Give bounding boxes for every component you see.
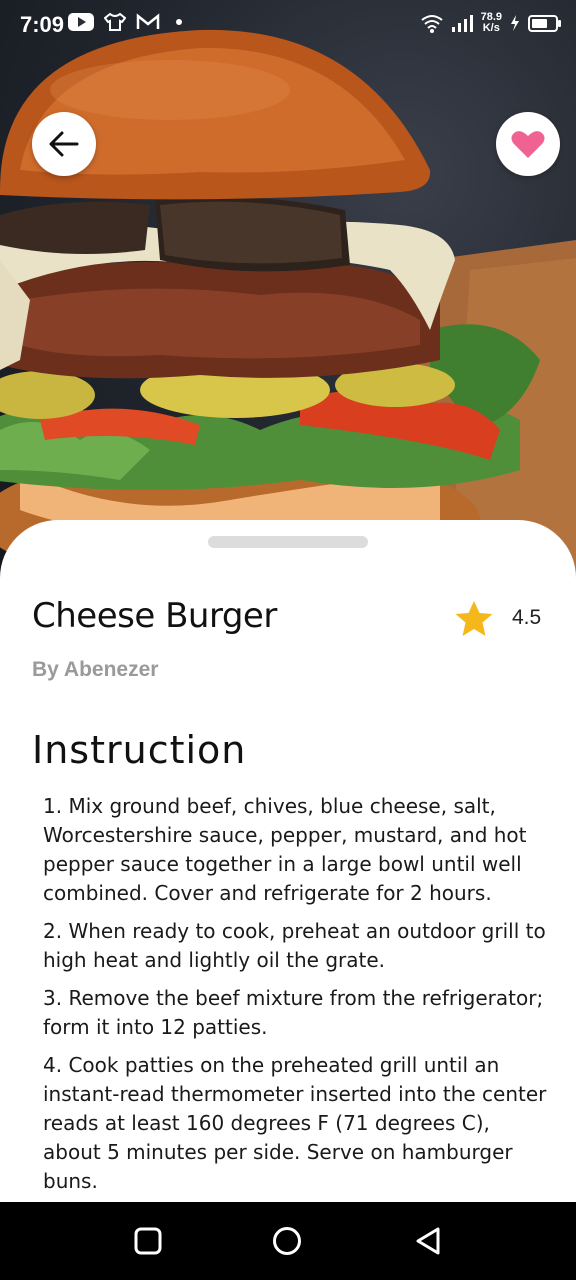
recipe-detail-screen: 7:09 78.9 K/s Cheese Burger 4.5 By Abene… [0, 0, 576, 1202]
back-button[interactable] [32, 112, 96, 176]
gmail-icon [136, 13, 160, 29]
burger-illustration [0, 29, 576, 580]
instruction-heading: Instruction [32, 728, 247, 772]
recipe-title: Cheese Burger [32, 596, 277, 636]
instruction-step: 2. When ready to cook, preheat an outdoo… [43, 919, 546, 972]
back-triangle-icon[interactable] [414, 1226, 444, 1256]
status-time: 7:09 [20, 12, 65, 37]
sheet-drag-handle[interactable] [208, 536, 368, 548]
status-bar: 7:09 78.9 K/s [0, 0, 576, 50]
network-speed-unit: K/s [482, 22, 500, 34]
instruction-steps: 1. Mix ground beef, chives, blue cheese,… [43, 792, 553, 1202]
heart-icon [511, 131, 545, 158]
system-status-icons: 78.9 K/s [420, 12, 561, 34]
dot-icon [176, 19, 182, 25]
favorite-button[interactable] [496, 112, 560, 176]
notification-icons [68, 12, 182, 32]
star-icon [455, 601, 493, 636]
instruction-step: 4. Cook patties on the preheated grill u… [43, 1053, 547, 1193]
instruction-step: 3. Remove the beef mixture from the refr… [43, 986, 544, 1039]
recipe-rating: 4.5 [512, 606, 542, 629]
network-speed: 78.9 K/s [481, 12, 502, 34]
recipe-details-sheet[interactable]: Cheese Burger 4.5 By Abenezer Instructio… [0, 520, 576, 1202]
system-nav-bar [0, 1202, 576, 1280]
wifi-icon [420, 15, 443, 33]
arrow-left-icon [49, 131, 79, 157]
signal-icon [451, 15, 473, 32]
home-circle-icon[interactable] [272, 1226, 302, 1256]
battery-level [532, 18, 547, 28]
battery-icon [528, 14, 561, 32]
charging-icon [511, 15, 519, 31]
instruction-step: 1. Mix ground beef, chives, blue cheese,… [43, 794, 527, 905]
youtube-icon [68, 13, 94, 31]
burger-hero-image [0, 0, 576, 580]
recents-square-icon[interactable] [133, 1226, 163, 1256]
shirt-icon [104, 12, 126, 31]
recipe-author: By Abenezer [32, 658, 159, 681]
